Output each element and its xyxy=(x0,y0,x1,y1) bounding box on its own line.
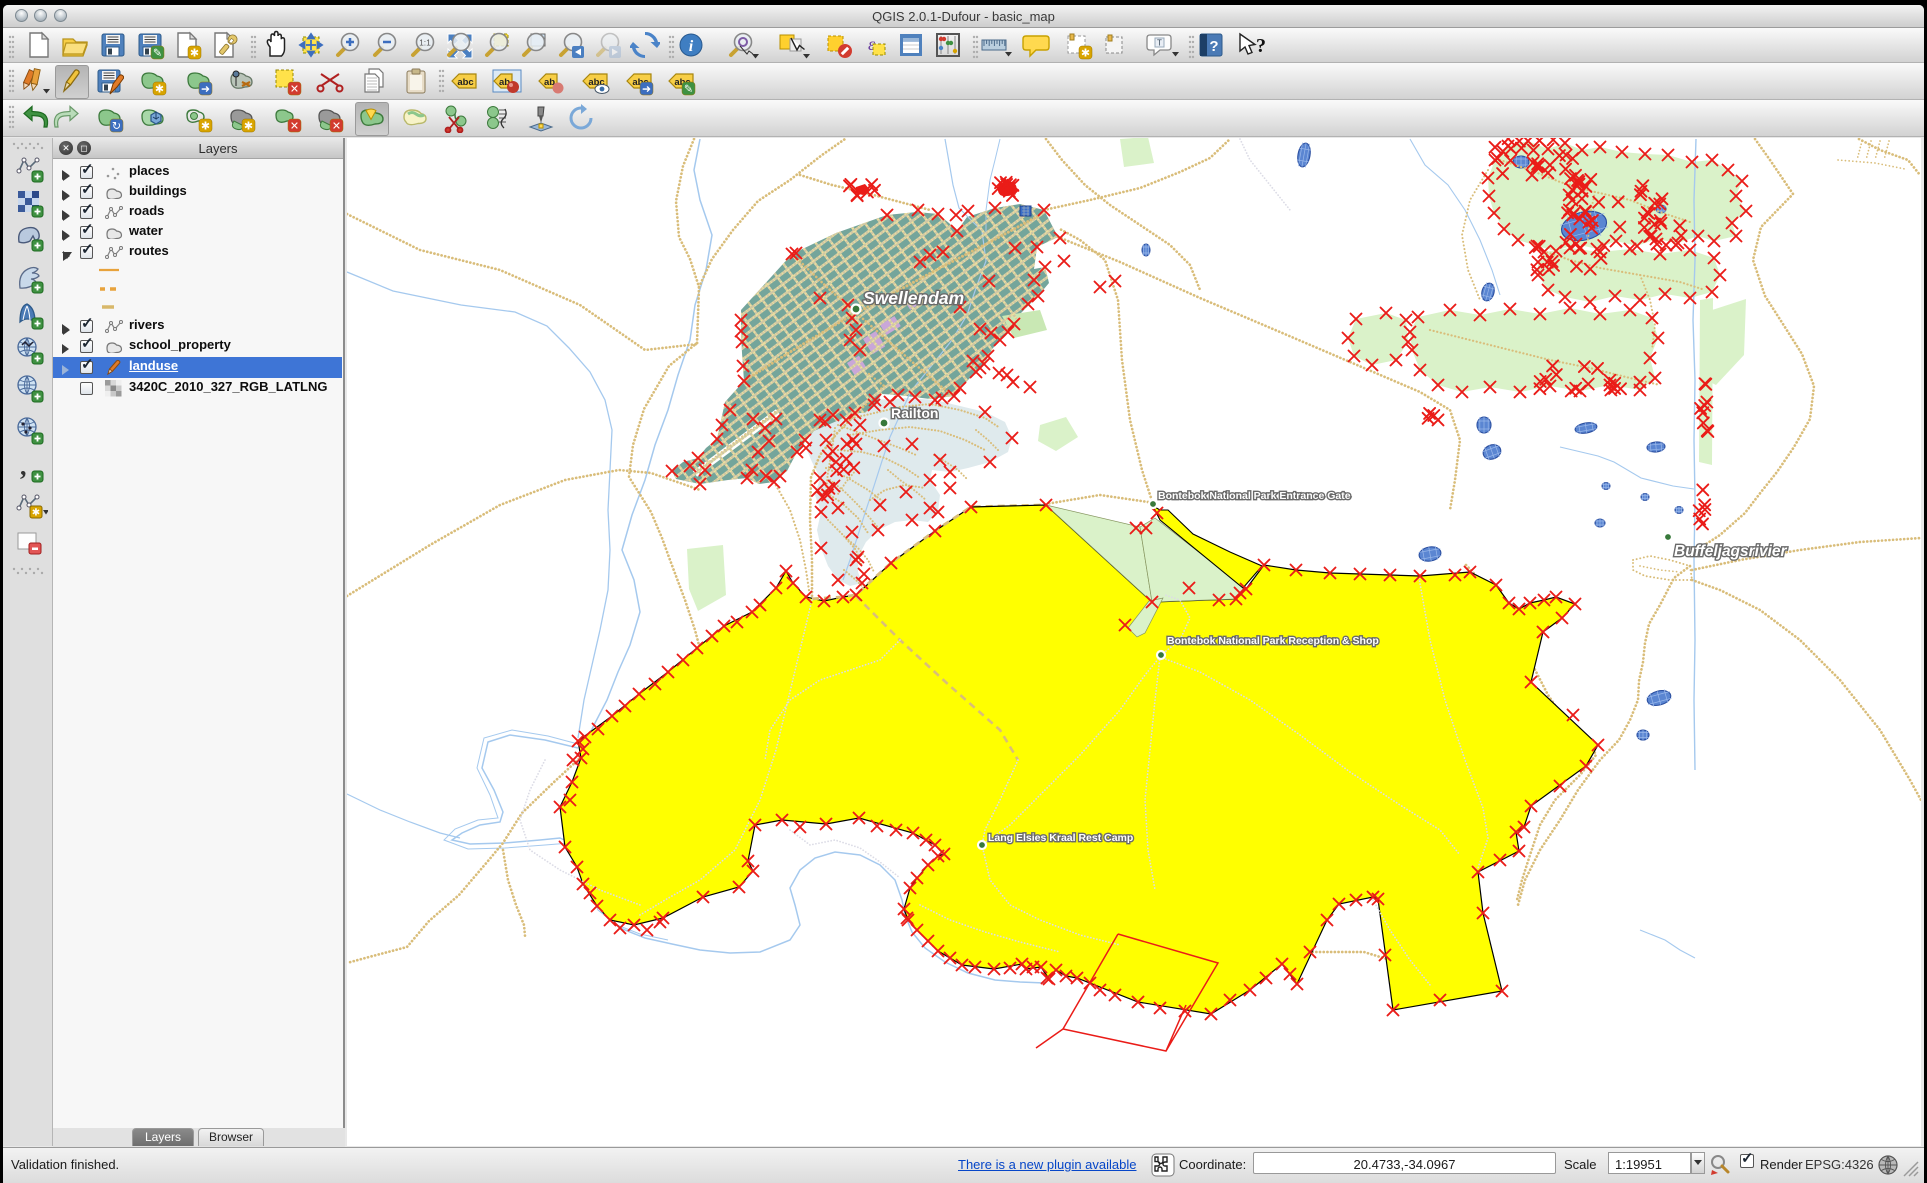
svg-text:?: ? xyxy=(1256,35,1266,57)
svg-text:1:1: 1:1 xyxy=(419,38,431,48)
svg-text:✱: ✱ xyxy=(190,48,199,60)
svg-text:i: i xyxy=(689,38,694,55)
svg-text:?: ? xyxy=(1209,38,1218,55)
svg-text:✱: ✱ xyxy=(1081,48,1090,60)
svg-text:Railton: Railton xyxy=(891,405,938,421)
svg-text:Lang Elsies Kraal Rest Camp: Lang Elsies Kraal Rest Camp xyxy=(988,832,1133,844)
svg-text:✱: ✱ xyxy=(155,84,164,96)
svg-text:↻: ↻ xyxy=(112,121,121,133)
svg-text:Bontebok National Park Recepti: Bontebok National Park Reception & Shop xyxy=(1167,635,1379,647)
svg-text:T: T xyxy=(1157,39,1162,48)
svg-text:✱: ✱ xyxy=(201,121,210,133)
svg-text:✎: ✎ xyxy=(684,84,693,96)
svg-text:✎: ✎ xyxy=(153,48,162,60)
svg-text:Bontebok National Park Entranc: Bontebok National Park Entrance Gate xyxy=(1158,490,1351,502)
svg-text:✕: ✕ xyxy=(290,121,299,133)
svg-text:✕: ✕ xyxy=(332,121,341,133)
svg-text:➜: ➜ xyxy=(201,84,210,96)
svg-text:Swellendam: Swellendam xyxy=(863,288,964,308)
svg-text:Buffeljagsrivier: Buffeljagsrivier xyxy=(1674,543,1788,560)
svg-text:,: , xyxy=(20,453,27,481)
svg-text:➜: ➜ xyxy=(642,84,651,96)
svg-text:✱: ✱ xyxy=(32,508,40,519)
svg-text:✕: ✕ xyxy=(290,84,299,96)
svg-text:✱: ✱ xyxy=(244,121,253,133)
svg-text:abc: abc xyxy=(457,77,473,88)
